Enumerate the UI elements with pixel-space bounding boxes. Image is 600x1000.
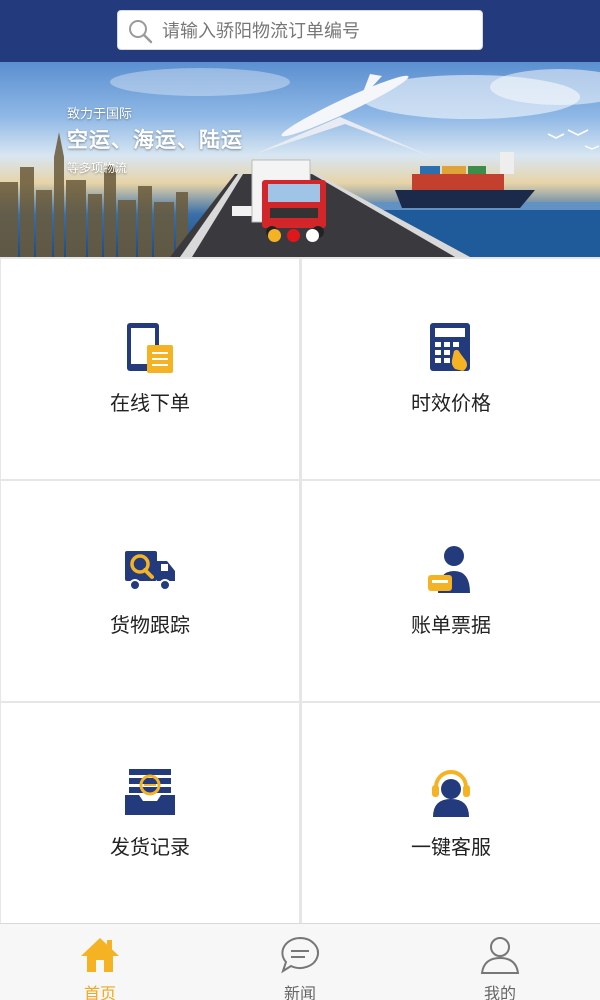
tile-bills-receipts[interactable]: 账单票据 <box>302 481 600 701</box>
record-tray-icon <box>125 769 175 815</box>
tab-home[interactable]: 首页 <box>0 924 200 1000</box>
carousel-dot[interactable] <box>268 229 281 242</box>
search-icon <box>129 20 153 44</box>
calculator-icon <box>430 323 470 371</box>
person-bill-icon <box>428 546 470 593</box>
tile-cargo-tracking[interactable]: 货物跟踪 <box>1 481 299 701</box>
tile-label: 一键客服 <box>411 835 491 859</box>
banner-tagline-line3: 等多项物流 <box>67 161 128 175</box>
tile-label: 发货记录 <box>110 835 190 859</box>
top-header <box>0 0 600 62</box>
home-icon <box>81 938 119 972</box>
tab-news[interactable]: 新闻 <box>200 924 400 1000</box>
function-grid: 在线下单 时效价格 货物跟踪 账单票据 发货记录 一键客服 <box>0 257 600 923</box>
promo-banner[interactable]: 致力于国际 空运、海运、陆运 等多项物流 <box>0 62 600 257</box>
tile-customer-service[interactable]: 一键客服 <box>302 703 600 923</box>
bottom-tab-bar: 首页 新闻 我的 <box>0 923 600 1000</box>
tab-mine[interactable]: 我的 <box>400 924 600 1000</box>
search-box[interactable] <box>117 10 483 50</box>
tile-online-order[interactable]: 在线下单 <box>1 259 299 479</box>
tab-mine-label: 我的 <box>483 984 516 1000</box>
banner-tagline-line2: 空运、海运、陆运 <box>67 128 243 152</box>
tile-time-price[interactable]: 时效价格 <box>302 259 600 479</box>
carousel-indicator <box>268 229 319 242</box>
tile-label: 账单票据 <box>411 613 491 637</box>
tab-home-label: 首页 <box>83 984 116 1000</box>
banner-tagline: 致力于国际 空运、海运、陆运 等多项物流 <box>67 103 243 176</box>
truck-search-icon <box>125 551 175 591</box>
tile-label: 在线下单 <box>110 391 190 415</box>
banner-tagline-line1: 致力于国际 <box>67 107 133 122</box>
search-input[interactable] <box>162 15 474 47</box>
headset-agent-icon <box>432 770 470 817</box>
carousel-dot[interactable] <box>306 229 319 242</box>
tab-news-label: 新闻 <box>283 984 316 1000</box>
tile-shipping-records[interactable]: 发货记录 <box>1 703 299 923</box>
chat-bubble-icon <box>281 936 319 974</box>
tablet-order-icon <box>127 323 173 373</box>
user-icon <box>480 937 520 974</box>
tile-label: 时效价格 <box>411 391 491 415</box>
carousel-dot-active[interactable] <box>287 229 300 242</box>
tile-label: 货物跟踪 <box>110 613 190 637</box>
